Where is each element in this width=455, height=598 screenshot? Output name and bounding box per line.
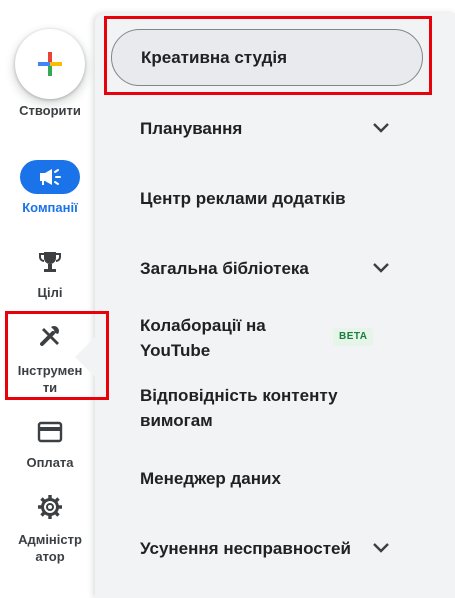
campaign-icon	[40, 169, 61, 185]
tools-label-line2: ти	[42, 380, 58, 395]
goals-label: Цілі	[37, 285, 63, 300]
menu-item-youtube-collab-line2[interactable]: YouTube	[140, 338, 210, 363]
menu-item-data-manager[interactable]: Менеджер даних	[140, 466, 281, 491]
menu-item-content-suitability-line1[interactable]: Відповідність контенту	[140, 383, 338, 408]
menu-item-shared-library[interactable]: Загальна бібліотека	[140, 256, 309, 281]
gear-icon[interactable]	[37, 494, 63, 520]
creative-studio-button[interactable]: Креативна студія	[111, 29, 423, 86]
chevron-down-icon[interactable]	[371, 121, 391, 135]
tools-flyout-panel	[95, 13, 455, 598]
panel-pointer	[75, 335, 97, 379]
tools-icon[interactable]	[38, 323, 64, 349]
chevron-down-icon[interactable]	[371, 541, 391, 555]
menu-item-planning[interactable]: Планування	[140, 116, 242, 141]
chevron-down-icon[interactable]	[371, 261, 391, 275]
beta-badge: BETA	[333, 328, 374, 346]
menu-item-youtube-collab-line1[interactable]: Колаборації на	[140, 313, 266, 338]
credit-card-icon[interactable]	[37, 421, 63, 443]
plus-icon	[38, 52, 62, 76]
create-label: Створити	[19, 103, 81, 118]
billing-label: Оплата	[26, 455, 74, 470]
trophy-icon[interactable]	[37, 249, 63, 275]
creative-studio-label: Креативна студія	[141, 48, 288, 67]
admin-label-line2: атор	[35, 549, 65, 564]
menu-item-troubleshooting[interactable]: Усунення несправностей	[140, 536, 351, 561]
campaigns-button[interactable]	[20, 160, 80, 194]
create-button[interactable]	[15, 29, 85, 99]
menu-item-app-ads-hub[interactable]: Центр реклами додатків	[140, 186, 346, 211]
menu-item-content-suitability-line2[interactable]: вимогам	[140, 408, 213, 433]
navigation-rail: Створити Компанії Цілі Інструмен ти Опла…	[0, 0, 100, 585]
campaigns-label: Компанії	[22, 200, 78, 215]
